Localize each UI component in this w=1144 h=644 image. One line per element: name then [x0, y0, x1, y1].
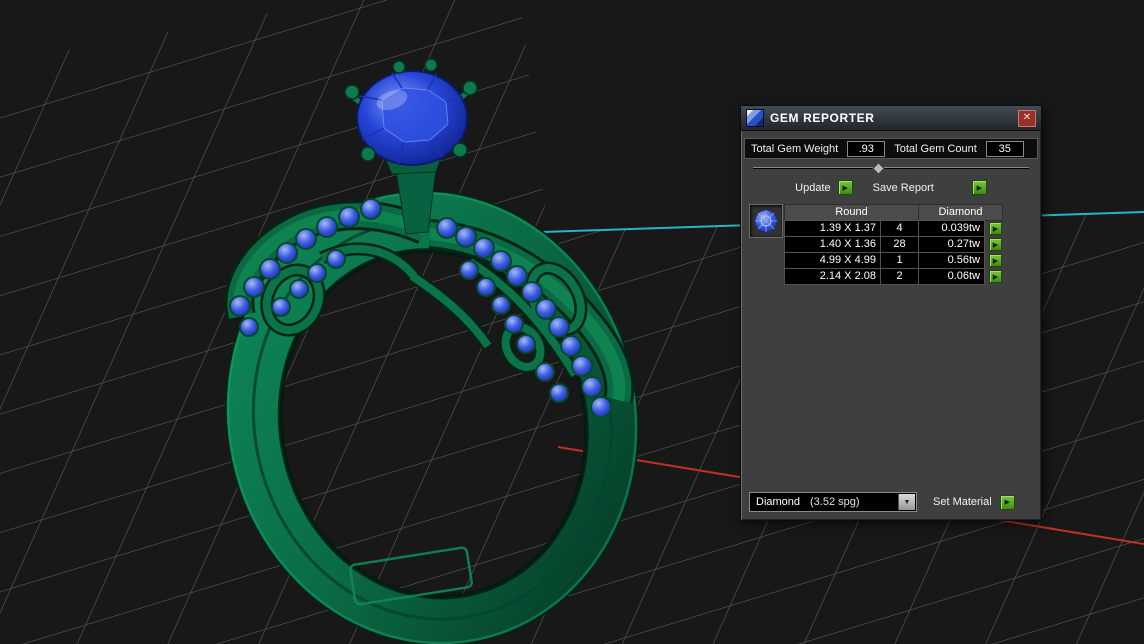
- gem-row-weight: 0.039tw: [918, 220, 985, 237]
- panel-titlebar[interactable]: GEM REPORTER ✕: [741, 106, 1041, 131]
- close-button[interactable]: ✕: [1018, 109, 1036, 127]
- update-arrow-button[interactable]: ▶: [837, 180, 853, 195]
- gem-row-count: 1: [880, 252, 919, 269]
- play-icon: ▶: [992, 225, 999, 233]
- gem-stats-row: Total Gem Weight .93 Total Gem Count 35: [744, 138, 1038, 159]
- slider-track[interactable]: [753, 167, 1029, 169]
- round-gem-icon: [754, 209, 778, 233]
- app-window: GEM REPORTER ✕ Total Gem Weight .93 Tota…: [0, 0, 1144, 644]
- total-gem-weight-value[interactable]: .93: [847, 140, 886, 157]
- total-gem-count-label: Total Gem Count: [894, 142, 977, 155]
- column-header-round: Round: [784, 204, 919, 221]
- gem-slider[interactable]: [753, 162, 1029, 175]
- gem-row-weight: 0.27tw: [918, 236, 985, 253]
- play-icon: ▶: [992, 241, 999, 249]
- actions-row: Update ▶ Save Report ▶: [751, 180, 1031, 195]
- update-action[interactable]: Update ▶: [795, 180, 853, 195]
- gem-row-arrow-button[interactable]: ▶: [989, 222, 1002, 235]
- gem-row-count: 4: [880, 220, 919, 237]
- total-gem-count-value[interactable]: 35: [985, 140, 1024, 157]
- play-icon: ▶: [842, 184, 848, 192]
- gem-row-size: 1.40 X 1.36: [784, 236, 881, 253]
- total-gem-weight-label: Total Gem Weight: [751, 142, 839, 155]
- play-icon: ▶: [992, 257, 999, 265]
- gem-row-count: 28: [880, 236, 919, 253]
- gem-thumbnail: [749, 204, 783, 238]
- column-header-diamond: Diamond: [918, 204, 1003, 221]
- play-icon: ▶: [976, 184, 982, 192]
- panel-title: GEM REPORTER: [770, 111, 875, 125]
- gem-row-weight: 0.56tw: [918, 252, 985, 269]
- gem-row-arrow-button[interactable]: ▶: [989, 254, 1002, 267]
- slider-thumb[interactable]: [872, 162, 886, 175]
- gem-row-size: 2.14 X 2.08: [784, 268, 881, 285]
- play-icon: ▶: [992, 273, 999, 281]
- set-material-label[interactable]: Set Material: [933, 496, 992, 508]
- set-material-action[interactable]: Set Material ▶: [933, 494, 1015, 510]
- save-report-action[interactable]: Save Report ▶: [873, 180, 987, 195]
- material-dropdown[interactable]: Diamond (3.52 spg) ▼: [749, 492, 917, 512]
- gem-row-count: 2: [880, 268, 919, 285]
- gem-table: Round Diamond 1.39 X 1.37 4 0.039tw ▶ 1.…: [747, 204, 1035, 285]
- update-label[interactable]: Update: [795, 182, 830, 194]
- save-report-arrow-button[interactable]: ▶: [971, 180, 987, 195]
- material-selected-name: Diamond: [756, 496, 801, 508]
- set-material-arrow-button[interactable]: ▶: [999, 494, 1015, 510]
- gem-row-arrow-button[interactable]: ▶: [989, 270, 1002, 283]
- dropdown-arrow-icon[interactable]: ▼: [898, 494, 915, 510]
- gem-row-size: 4.99 X 4.99: [784, 252, 881, 269]
- save-report-label[interactable]: Save Report: [873, 182, 934, 194]
- material-selected-density: (3.52 spg): [810, 496, 860, 508]
- gem-reporter-panel: GEM REPORTER ✕ Total Gem Weight .93 Tota…: [740, 105, 1042, 521]
- play-icon: ▶: [1004, 499, 1010, 506]
- gem-row-arrow-button[interactable]: ▶: [989, 238, 1002, 251]
- gem-reporter-icon: [746, 109, 764, 127]
- material-row: Diamond (3.52 spg) ▼ Set Material ▶: [749, 492, 1033, 512]
- gem-row-size: 1.39 X 1.37: [784, 220, 881, 237]
- gem-row-weight: 0.06tw: [918, 268, 985, 285]
